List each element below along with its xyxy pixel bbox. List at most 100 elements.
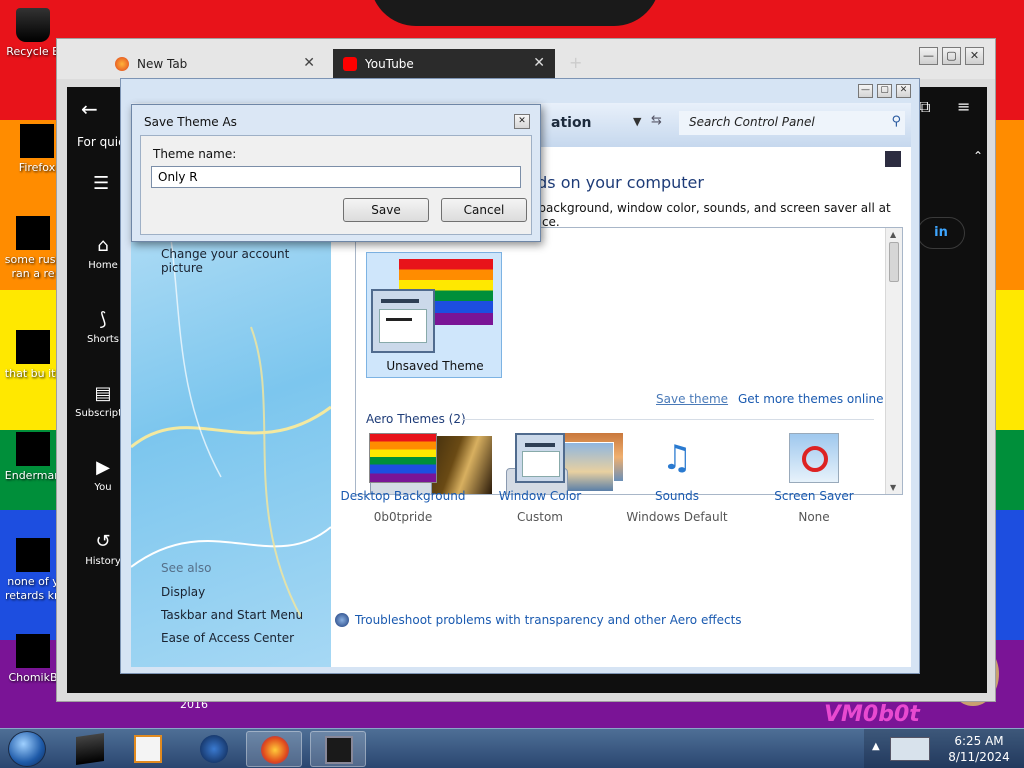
option-value: None (798, 510, 830, 524)
save-button[interactable]: Save (343, 198, 429, 222)
display-link[interactable]: Display (161, 585, 205, 599)
theme-name-input[interactable] (151, 166, 521, 188)
option-value: 0b0tpride (373, 510, 433, 524)
scroll-down-icon[interactable]: ▼ (890, 483, 896, 492)
control-panel-icon (325, 736, 353, 764)
yt-nav-label: History (85, 556, 121, 567)
thumb-pane (379, 309, 427, 343)
page-title: nds on your computer (527, 173, 704, 192)
maximize-button[interactable]: ▢ (942, 47, 961, 65)
thumb-line (386, 318, 412, 321)
taskbar-start-menu-link[interactable]: Taskbar and Start Menu (161, 608, 303, 622)
minimize-button[interactable]: — (919, 47, 938, 65)
divider (462, 419, 874, 420)
desktop-icon-label: that bu its (4, 367, 62, 380)
option-value: Custom (517, 510, 563, 524)
unsaved-theme-card[interactable]: Unsaved Theme (366, 252, 502, 378)
show-hidden-icons-icon[interactable]: ▲ (872, 741, 880, 752)
desktop-icon-label: Firefox (18, 161, 56, 174)
menu-icon[interactable]: ☰ (93, 173, 109, 194)
desktop-background-option[interactable]: Desktop Background 0b0tpride (333, 433, 473, 524)
tab-new-tab[interactable]: New Tab ✕ (105, 49, 325, 79)
maximize-button[interactable]: ▢ (877, 84, 892, 98)
recycle-bin-icon (16, 8, 50, 42)
clock[interactable]: 6:25 AM 8/11/2024 (944, 733, 1014, 765)
wallpaper-brand-text: VM0b0t (824, 702, 920, 727)
tab-youtube[interactable]: YouTube ✕ (333, 49, 555, 79)
option-value: Windows Default (626, 510, 728, 524)
desktop-icon-label: Recycle B (6, 45, 60, 58)
cast-icon[interactable]: ⧉ (919, 97, 930, 117)
sounds-icon: ♫ (661, 438, 693, 478)
cancel-button[interactable]: Cancel (441, 198, 527, 222)
window-color-icon (515, 433, 565, 483)
theme-name-label: Theme name: (153, 147, 237, 161)
taskbar: ▲ 6:25 AM 8/11/2024 (0, 728, 1024, 768)
taskbar-app-control-panel[interactable] (310, 731, 366, 767)
clock-date: 8/11/2024 (948, 750, 1010, 764)
refresh-icon[interactable]: ⇆ (651, 113, 662, 128)
breadcrumb[interactable]: ation (551, 115, 592, 131)
desktop-icon-file[interactable]: some russ ran a re (2, 216, 64, 281)
chevron-down-icon[interactable]: ▼ (633, 115, 641, 128)
more-options-icon[interactable]: ≡ (957, 97, 970, 116)
scrollbar[interactable]: ▲ ▼ (885, 228, 902, 494)
desktop-background-icon (369, 433, 437, 483)
close-window-button[interactable]: ✕ (965, 47, 984, 65)
system-tray: ▲ 6:25 AM 8/11/2024 (864, 729, 1024, 768)
desktop-icon-label: none of y retards kn (5, 575, 61, 602)
tab-bar: New Tab ✕ YouTube ✕ + — ▢ ✕ (57, 39, 995, 79)
close-window-button[interactable]: ✕ (896, 84, 911, 98)
scrollbar-thumb[interactable] (889, 242, 899, 282)
scroll-up-icon[interactable]: ▲ (890, 230, 896, 239)
desktop-icon-folder[interactable]: that bu its (2, 330, 64, 381)
youtube-icon (343, 57, 357, 71)
dialog-title: Save Theme As (144, 115, 237, 129)
search-icon[interactable]: ⚲ (891, 114, 901, 129)
get-more-themes-link[interactable]: Get more themes online (738, 392, 884, 406)
account-picture-link[interactable]: Change your account picture (161, 247, 331, 275)
save-theme-link[interactable]: Save theme (656, 392, 728, 406)
desktop-icon-enderman[interactable]: Enderman (2, 432, 64, 483)
desktop-icon-chomik[interactable]: ChomikB (2, 634, 64, 685)
close-icon[interactable]: ✕ (303, 55, 315, 71)
file-icon (16, 216, 50, 250)
taskbar-app-terminal[interactable] (62, 731, 118, 767)
firefox-icon (20, 124, 54, 158)
close-icon[interactable]: ✕ (514, 114, 530, 129)
troubleshoot-icon (335, 613, 349, 627)
start-button[interactable] (8, 731, 46, 767)
save-theme-dialog: Save Theme As ✕ Theme name: Save Cancel (131, 104, 541, 242)
option-label: Window Color (498, 489, 582, 503)
desktop-icon-file-2[interactable]: none of y retards kn (2, 538, 64, 603)
scroll-up-icon[interactable]: ⌃ (973, 149, 983, 163)
terminal-icon (76, 733, 104, 765)
sign-in-button[interactable]: in (917, 217, 965, 249)
screen-saver-option[interactable]: Screen Saver None (744, 433, 884, 524)
ease-of-access-link[interactable]: Ease of Access Center (161, 631, 294, 645)
help-icon[interactable] (885, 151, 901, 167)
window-color-icon (371, 289, 435, 353)
option-label: Screen Saver (774, 489, 854, 503)
desktop-icon-recycle-bin[interactable]: Recycle B (2, 8, 64, 59)
back-arrow-icon[interactable]: ← (81, 97, 98, 121)
search-placeholder: Search Control Panel (689, 115, 815, 129)
taskbar-app-firefox[interactable] (246, 731, 302, 767)
close-icon[interactable]: ✕ (533, 55, 545, 71)
dialog-body: Theme name: Save Cancel (140, 135, 532, 235)
search-input[interactable]: Search Control Panel ⚲ (679, 111, 905, 135)
window-color-option[interactable]: Window Color Custom (470, 433, 610, 524)
desktop-icon-label: Enderman (4, 469, 62, 482)
clock-time: 6:25 AM (954, 734, 1004, 748)
taskbar-app-globe[interactable] (186, 731, 242, 767)
app-icon (16, 432, 50, 466)
taskbar-app-media-player[interactable] (120, 731, 176, 767)
sounds-option[interactable]: ♫ Sounds Windows Default (607, 433, 747, 524)
minimize-button[interactable]: — (858, 84, 873, 98)
no-symbol-icon (802, 446, 828, 472)
troubleshoot-link[interactable]: Troubleshoot problems with transparency … (335, 613, 742, 627)
network-icon[interactable] (890, 737, 930, 761)
new-tab-button[interactable]: + (569, 53, 582, 72)
firefox-icon (115, 57, 129, 71)
yt-nav-label: Shorts (86, 334, 120, 345)
